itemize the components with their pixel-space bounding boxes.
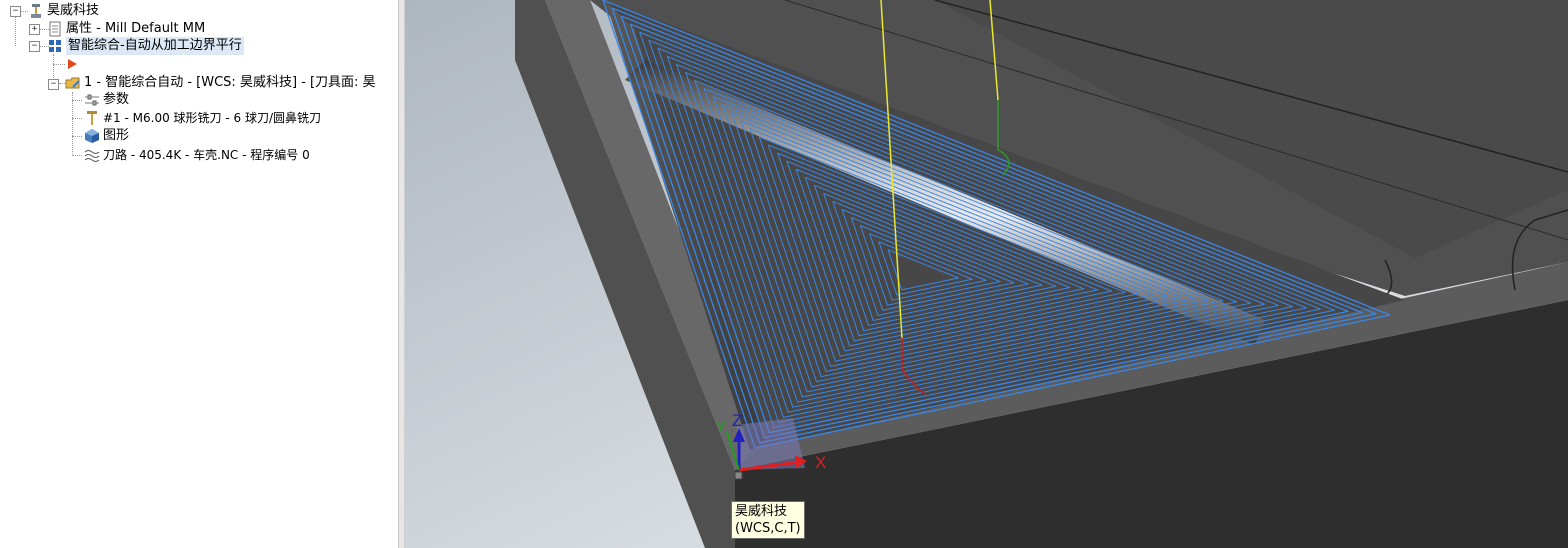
axis-y-label: Y	[716, 419, 726, 436]
tree-item-label: 属性 - Mill Default MM	[66, 21, 206, 36]
properties-icon	[47, 21, 63, 37]
expand-toggle-properties[interactable]: +	[29, 24, 40, 35]
tree-item-properties[interactable]: 属性 - Mill Default MM	[47, 20, 205, 38]
tree-item-label: 刀路 - 405.4K - 车壳.NC - 程序编号 0	[103, 148, 310, 162]
tree-item-operation[interactable]: 1 - 智能综合自动 - [WCS: 昊威科技] - [刀具面: 昊	[65, 74, 376, 92]
axis-x-label: X	[815, 453, 826, 472]
tree-item-label: 昊威科技	[47, 3, 100, 18]
toolpath-icon	[84, 147, 100, 163]
tree-item-label: #1 - M6.00 球形铣刀 - 6 球刀/圆鼻铣刀	[103, 111, 321, 125]
tree-item-tool[interactable]: #1 - M6.00 球形铣刀 - 6 球刀/圆鼻铣刀	[84, 109, 321, 127]
axis-z-label: Z	[732, 411, 742, 430]
wcs-tooltip: 昊威科技 (WCS,C,T)	[731, 501, 805, 539]
geometry-icon	[84, 128, 100, 144]
operation-folder-icon	[65, 75, 81, 91]
graphics-viewport[interactable]: X Z Y	[405, 0, 1568, 548]
tree-connector	[72, 118, 82, 119]
tree-item-label: 图形	[103, 128, 130, 143]
tree-item-toolpath[interactable]: 刀路 - 405.4K - 车壳.NC - 程序编号 0	[84, 146, 310, 164]
operations-tree-panel: − 昊威科技 + 属性 - Mill Default MM − 智能综合-自动从…	[0, 0, 399, 548]
tree-connector	[53, 64, 65, 65]
tree-item-root[interactable]: 昊威科技	[28, 2, 99, 20]
tree-item-toolpath-group[interactable]: 智能综合-自动从加工边界平行	[47, 37, 244, 55]
collapse-toggle-operation[interactable]: −	[48, 79, 59, 90]
collapse-toggle-group[interactable]: −	[29, 41, 40, 52]
tree-item-geometry[interactable]: 图形	[84, 127, 129, 145]
tooltip-title: 昊威科技	[735, 504, 788, 519]
tree-connector	[72, 100, 82, 101]
tree-item-label: 1 - 智能综合自动 - [WCS: 昊威科技] - [刀具面: 昊	[84, 75, 376, 90]
toolpath-group-icon	[47, 38, 63, 54]
insert-arrow-icon	[65, 56, 81, 72]
tool-icon	[84, 110, 100, 126]
tree-connector	[72, 155, 82, 156]
tree-connector	[72, 136, 82, 137]
collapse-toggle-root[interactable]: −	[10, 6, 21, 17]
tree-item-parameters[interactable]: 参数	[84, 91, 129, 109]
tree-item-label: 参数	[103, 92, 130, 107]
machine-icon	[28, 3, 44, 19]
tree-item-label: 智能综合-自动从加工边界平行	[66, 37, 244, 55]
tooltip-subtitle: (WCS,C,T)	[735, 521, 801, 536]
viewport-scene: X Z Y	[405, 0, 1568, 548]
tree-connector	[72, 92, 73, 156]
tree-connector	[20, 11, 28, 12]
insert-arrow-marker[interactable]	[65, 55, 84, 73]
wcs-origin	[734, 471, 743, 480]
parameters-icon	[84, 92, 100, 108]
tree-connector	[15, 16, 16, 46]
